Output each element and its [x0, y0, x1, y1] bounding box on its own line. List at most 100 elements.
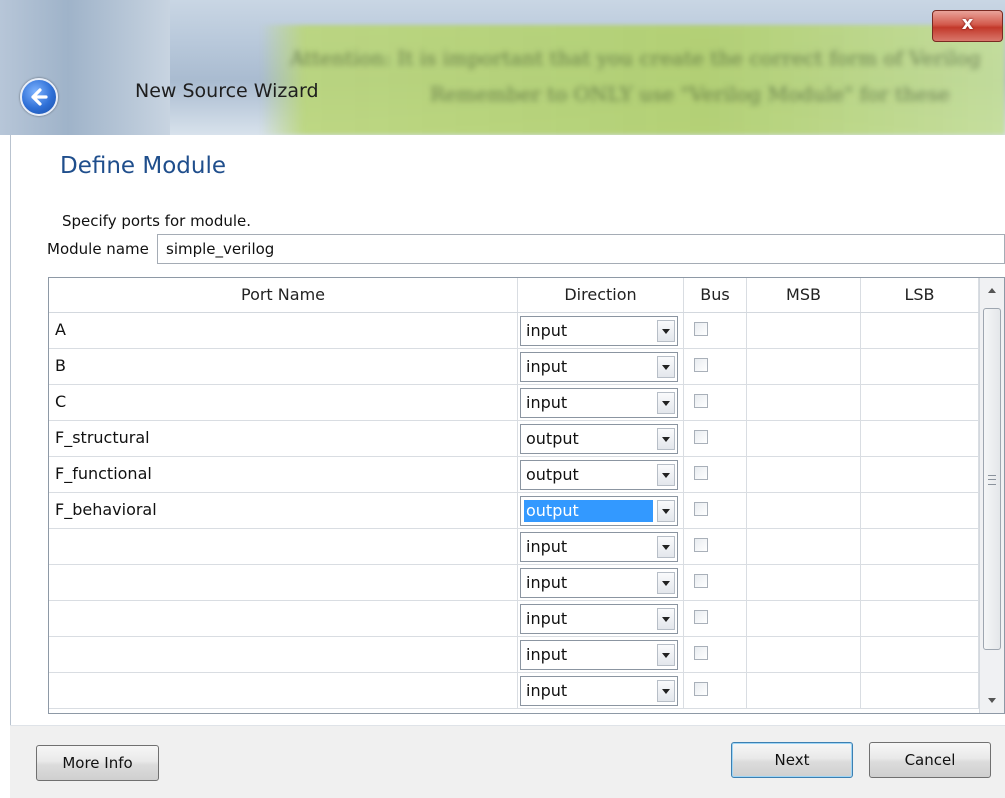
lsb-cell[interactable]	[861, 493, 979, 529]
msb-cell[interactable]	[747, 313, 861, 349]
msb-cell[interactable]	[747, 637, 861, 673]
bus-checkbox[interactable]	[694, 574, 708, 588]
scroll-up-arrow-icon[interactable]	[980, 278, 1004, 303]
bus-checkbox[interactable]	[694, 466, 708, 480]
direction-dropdown[interactable]: output	[520, 496, 678, 526]
direction-dropdown[interactable]: input	[520, 568, 678, 598]
direction-cell: input	[518, 565, 684, 601]
port-name-cell[interactable]	[49, 673, 518, 709]
lsb-cell[interactable]	[861, 421, 979, 457]
port-name-cell[interactable]: F_structural	[49, 421, 518, 457]
column-header-lsb[interactable]: LSB	[861, 278, 979, 312]
bus-checkbox[interactable]	[694, 358, 708, 372]
port-name-cell[interactable]	[49, 529, 518, 565]
chevron-down-icon[interactable]	[657, 608, 675, 630]
chevron-down-icon[interactable]	[657, 536, 675, 558]
chevron-down-icon[interactable]	[657, 464, 675, 486]
glass-frame	[0, 0, 170, 135]
direction-dropdown[interactable]: input	[520, 316, 678, 346]
more-info-button[interactable]: More Info	[36, 745, 159, 781]
direction-value: input	[526, 681, 568, 700]
port-name-cell[interactable]: B	[49, 349, 518, 385]
scrollbar-thumb[interactable]	[983, 308, 1001, 650]
direction-cell: input	[518, 349, 684, 385]
direction-cell: input	[518, 313, 684, 349]
bus-checkbox[interactable]	[694, 646, 708, 660]
port-name-cell[interactable]	[49, 565, 518, 601]
msb-cell[interactable]	[747, 493, 861, 529]
direction-dropdown[interactable]: input	[520, 532, 678, 562]
lsb-cell[interactable]	[861, 349, 979, 385]
port-name-cell[interactable]	[49, 601, 518, 637]
port-name-cell[interactable]: A	[49, 313, 518, 349]
chevron-down-icon[interactable]	[657, 572, 675, 594]
lsb-cell[interactable]	[861, 673, 979, 709]
direction-dropdown[interactable]: input	[520, 352, 678, 382]
port-name-cell[interactable]	[49, 637, 518, 673]
lsb-cell[interactable]	[861, 529, 979, 565]
close-button[interactable]: x	[932, 10, 1003, 42]
port-name-cell[interactable]: F_behavioral	[49, 493, 518, 529]
bus-cell	[684, 493, 747, 529]
lsb-cell[interactable]	[861, 565, 979, 601]
chevron-down-icon[interactable]	[657, 320, 675, 342]
chevron-down-icon[interactable]	[657, 392, 675, 414]
msb-cell[interactable]	[747, 385, 861, 421]
window-title: New Source Wizard	[135, 80, 319, 102]
back-button[interactable]	[20, 78, 58, 116]
port-name-cell[interactable]: F_functional	[49, 457, 518, 493]
direction-dropdown[interactable]: output	[520, 424, 678, 454]
msb-cell[interactable]	[747, 565, 861, 601]
direction-value: input	[526, 609, 568, 628]
direction-dropdown[interactable]: input	[520, 388, 678, 418]
lsb-cell[interactable]	[861, 385, 979, 421]
lsb-cell[interactable]	[861, 457, 979, 493]
lsb-cell[interactable]	[861, 313, 979, 349]
table-row: Ainput	[49, 313, 979, 349]
cancel-button[interactable]: Cancel	[869, 742, 991, 778]
msb-cell[interactable]	[747, 457, 861, 493]
module-name-input[interactable]	[157, 234, 1005, 264]
chevron-down-icon[interactable]	[657, 680, 675, 702]
direction-cell: input	[518, 385, 684, 421]
table-row: input	[49, 529, 979, 565]
bus-cell	[684, 457, 747, 493]
table-row: input	[49, 565, 979, 601]
port-name-cell[interactable]: C	[49, 385, 518, 421]
direction-dropdown[interactable]: input	[520, 640, 678, 670]
bus-checkbox[interactable]	[694, 394, 708, 408]
column-header-bus[interactable]: Bus	[684, 278, 747, 312]
chevron-down-icon[interactable]	[657, 500, 675, 522]
bus-checkbox[interactable]	[694, 538, 708, 552]
background-window-text: Attention: It is important that you crea…	[290, 40, 1005, 120]
lsb-cell[interactable]	[861, 601, 979, 637]
chevron-down-icon[interactable]	[657, 356, 675, 378]
table-scrollbar[interactable]	[979, 278, 1004, 713]
chevron-down-icon[interactable]	[657, 428, 675, 450]
ports-table: Port Name Direction Bus MSB LSB Ainput Bi…	[48, 277, 1005, 714]
next-button[interactable]: Next	[731, 742, 853, 778]
bus-checkbox[interactable]	[694, 682, 708, 696]
bus-checkbox[interactable]	[694, 502, 708, 516]
msb-cell[interactable]	[747, 349, 861, 385]
bus-checkbox[interactable]	[694, 322, 708, 336]
column-header-msb[interactable]: MSB	[747, 278, 861, 312]
msb-cell[interactable]	[747, 673, 861, 709]
msb-cell[interactable]	[747, 529, 861, 565]
direction-dropdown[interactable]: input	[520, 604, 678, 634]
bus-checkbox[interactable]	[694, 430, 708, 444]
msb-cell[interactable]	[747, 601, 861, 637]
msb-cell[interactable]	[747, 421, 861, 457]
direction-value: input	[526, 645, 568, 664]
column-header-port-name[interactable]: Port Name	[49, 278, 518, 312]
bus-cell	[684, 673, 747, 709]
chevron-down-icon[interactable]	[657, 644, 675, 666]
lsb-cell[interactable]	[861, 637, 979, 673]
direction-dropdown[interactable]: input	[520, 676, 678, 706]
bus-cell	[684, 637, 747, 673]
column-header-direction[interactable]: Direction	[518, 278, 684, 312]
bus-checkbox[interactable]	[694, 610, 708, 624]
scroll-down-arrow-icon[interactable]	[980, 688, 1004, 713]
button-bar	[10, 725, 1005, 798]
direction-dropdown[interactable]: output	[520, 460, 678, 490]
